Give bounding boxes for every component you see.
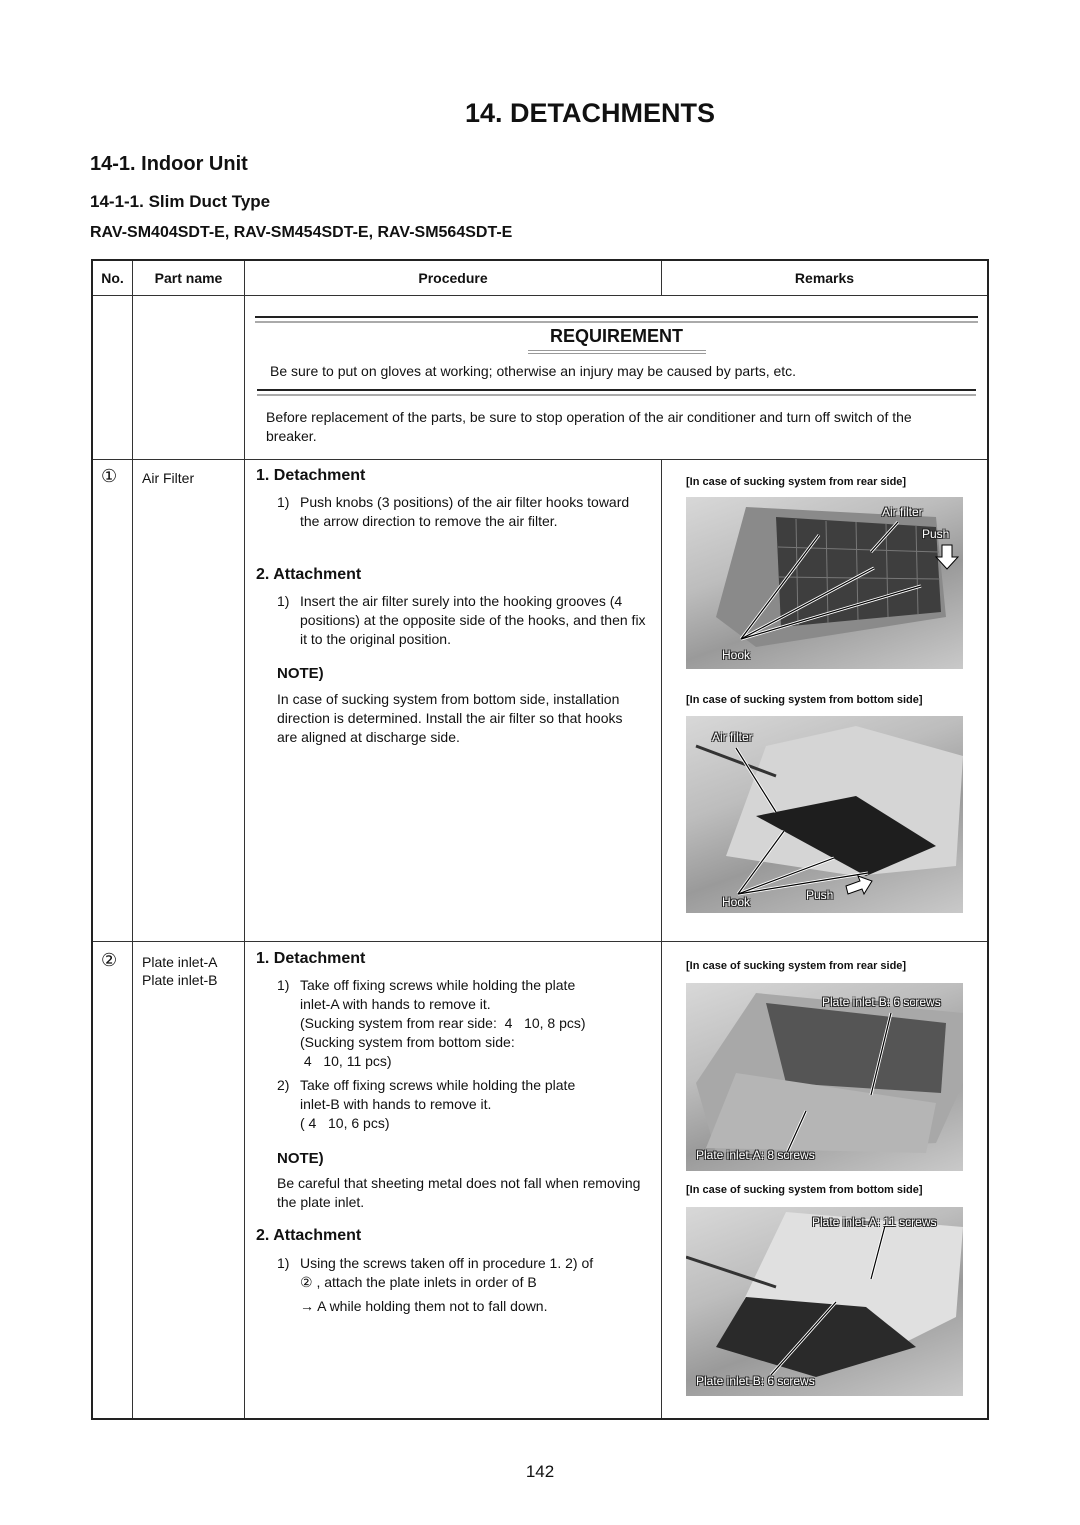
part-name-a: Plate inlet-A bbox=[142, 954, 218, 970]
step-text-line: inlet-A with hands to remove it. bbox=[300, 996, 491, 1012]
procedure-step: 2) Take off fixing screws while holding … bbox=[277, 1076, 657, 1133]
photo-illustration bbox=[695, 726, 963, 896]
note-heading: NOTE) bbox=[277, 665, 324, 682]
part-name-b: Plate inlet-B bbox=[142, 972, 218, 988]
photo-label: Hook bbox=[722, 648, 751, 662]
detachment-heading: 1. Detachment bbox=[256, 467, 366, 484]
photo-label: Plate inlet-A: 8 screws bbox=[696, 1148, 815, 1162]
photo-caption: [In case of sucking system from rear sid… bbox=[686, 476, 907, 488]
column-divider bbox=[132, 261, 133, 1418]
header-remarks: Remarks bbox=[794, 270, 855, 286]
photo-illustration bbox=[686, 1212, 963, 1377]
step-text-line: ② , attach the plate inlets in order of … bbox=[300, 1274, 537, 1290]
row-number: ② bbox=[101, 950, 118, 970]
note-heading: NOTE) bbox=[277, 1150, 324, 1167]
model-numbers: RAV-SM404SDT-E, RAV-SM454SDT-E, RAV-SM56… bbox=[90, 224, 513, 241]
step-text-line: 4 10, 11 pcs) bbox=[300, 1053, 392, 1069]
step-text: Insert the air filter surely into the ho… bbox=[300, 593, 646, 647]
procedure-step: 1) Take off fixing screws while holding … bbox=[277, 976, 657, 1071]
requirement-title: REQUIREMENT bbox=[549, 326, 683, 346]
photo-caption: [In case of sucking system from bottom s… bbox=[686, 1184, 923, 1196]
step-text-line: → A while holding them not to fall down. bbox=[300, 1298, 548, 1314]
photo-plate-inlet-bottom: Plate inlet-A: 11 screws Plate inlet-B: … bbox=[686, 1207, 963, 1396]
step-text-line: Take off fixing screws while holding the… bbox=[300, 977, 576, 993]
breaker-warning-text: Before replacement of the parts, be sure… bbox=[266, 409, 912, 444]
step-text: Push knobs (3 positions) of the air filt… bbox=[300, 494, 630, 529]
photo-label: Plate inlet-A: 11 screws bbox=[812, 1215, 937, 1229]
step-text-line: (Sucking system from bottom side: bbox=[300, 1034, 515, 1050]
step-text-line: ( 4 10, 6 pcs) bbox=[300, 1115, 390, 1131]
requirement-title-underline bbox=[528, 350, 706, 354]
row-divider bbox=[93, 459, 987, 460]
header-no: No. bbox=[101, 270, 124, 286]
photo-label: Air filter bbox=[712, 730, 753, 744]
photo-caption: [In case of sucking system from rear sid… bbox=[686, 960, 907, 972]
header-divider bbox=[93, 295, 987, 296]
attachment-heading: 2. Attachment bbox=[256, 566, 362, 583]
requirement-top-rule bbox=[255, 316, 978, 323]
procedure-step: 1) Using the screws taken off in procedu… bbox=[277, 1254, 657, 1316]
step-number: 1) bbox=[277, 1255, 290, 1271]
row-number: ① bbox=[101, 466, 118, 486]
attachment-heading: 2. Attachment bbox=[256, 1227, 362, 1244]
column-divider bbox=[244, 261, 245, 1418]
photo-air-filter-rear: Air filter Push Hook bbox=[686, 497, 963, 669]
photo-label: Air filter bbox=[882, 505, 923, 519]
step-text-line: Using the screws taken off in procedure … bbox=[300, 1255, 594, 1271]
step-number: 2) bbox=[277, 1077, 290, 1093]
header-procedure: Procedure bbox=[418, 270, 488, 286]
chapter-title: 14. DETACHMENTS bbox=[464, 98, 716, 128]
photo-plate-inlet-rear: Plate inlet-B: 6 screws Plate inlet-A: 8… bbox=[686, 983, 963, 1171]
procedure-step: 1) Push knobs (3 positions) of the air f… bbox=[277, 493, 652, 531]
note-text: Be careful that sheeting metal does not … bbox=[277, 1175, 641, 1210]
column-divider bbox=[661, 459, 662, 1418]
subsection-title: 14-1-1. Slim Duct Type bbox=[90, 192, 271, 211]
photo-label: Plate inlet-B: 6 screws bbox=[696, 1374, 815, 1388]
row-divider bbox=[93, 941, 987, 942]
step-text-line: inlet-B with hands to remove it. bbox=[300, 1096, 492, 1112]
detachment-heading: 1. Detachment bbox=[256, 950, 366, 967]
photo-air-filter-bottom: Air filter Hook Push bbox=[686, 716, 963, 913]
procedure-step: 1) Insert the air filter surely into the… bbox=[277, 592, 655, 649]
step-number: 1) bbox=[277, 494, 290, 510]
photo-illustration bbox=[716, 507, 960, 647]
part-name: Air Filter bbox=[142, 470, 195, 486]
section-title: 14-1. Indoor Unit bbox=[90, 153, 248, 175]
photo-label: Push bbox=[922, 527, 950, 541]
requirement-text: Be sure to put on gloves at working; oth… bbox=[270, 363, 797, 379]
photo-label: Plate inlet-B: 6 screws bbox=[822, 995, 941, 1009]
requirement-bottom-rule bbox=[257, 389, 976, 396]
header-part-name: Part name bbox=[154, 270, 223, 286]
note-text: In case of sucking system from bottom si… bbox=[277, 691, 623, 745]
photo-label: Hook bbox=[722, 895, 751, 909]
photo-illustration bbox=[696, 993, 963, 1156]
step-text-line: Take off fixing screws while holding the… bbox=[300, 1077, 576, 1093]
step-text-line: (Sucking system from rear side: 4 10, 8 … bbox=[300, 1015, 586, 1031]
photo-caption: [In case of sucking system from bottom s… bbox=[686, 694, 923, 706]
photo-label: Push bbox=[806, 888, 834, 902]
step-number: 1) bbox=[277, 593, 290, 609]
step-number: 1) bbox=[277, 977, 290, 993]
page-number: 142 bbox=[525, 1462, 555, 1481]
